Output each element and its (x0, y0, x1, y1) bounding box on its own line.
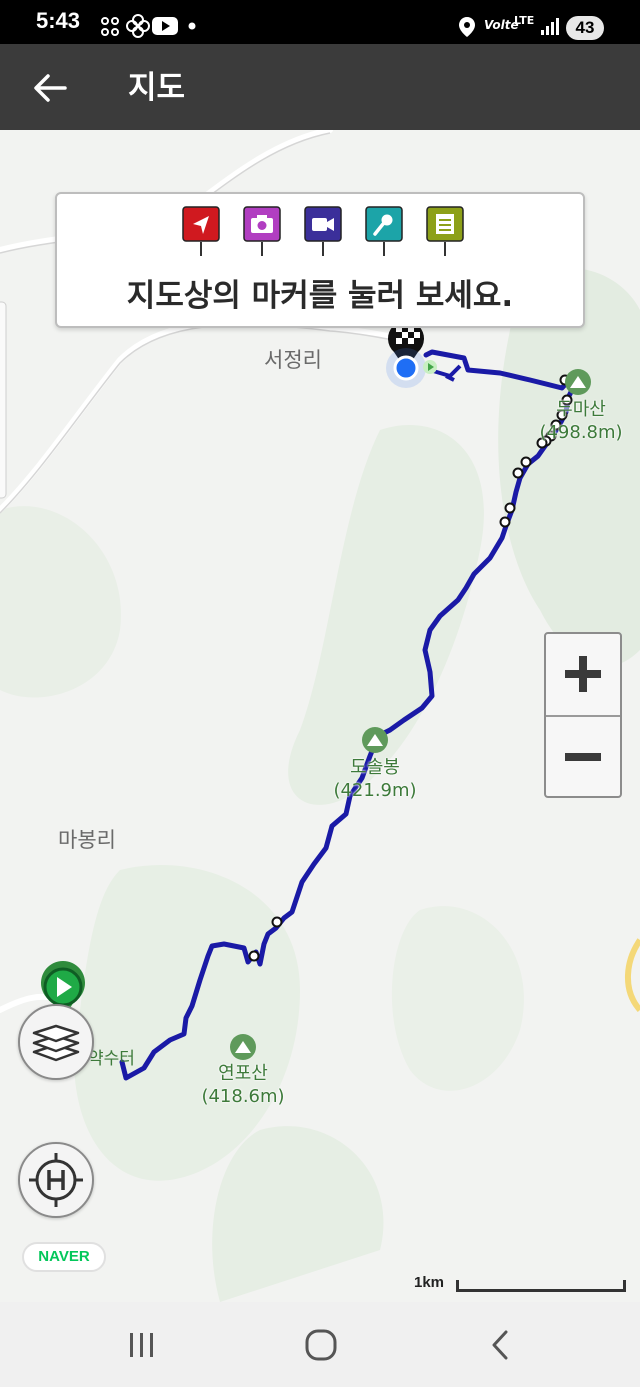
back-button[interactable] (26, 66, 74, 110)
layers-button[interactable] (18, 1004, 94, 1080)
peak-label-dosolbong: 도솔봉 (421.9m) (332, 756, 418, 802)
system-nav-bar (0, 1302, 640, 1387)
waypoint-marker (504, 502, 516, 514)
camera-marker-icon[interactable] (243, 206, 281, 258)
chevron-left-icon (492, 1330, 508, 1360)
video-marker-icon[interactable] (304, 206, 342, 258)
side-panel-handle[interactable] (0, 301, 7, 499)
recent-apps-icon (130, 1333, 153, 1357)
waypoint-marker (499, 516, 511, 528)
dot-icon (188, 22, 196, 30)
marker-hint-banner: 지도상의 마커를 눌러 보세요. (55, 192, 585, 328)
peak-icon[interactable] (565, 369, 591, 395)
crosshair-h-icon (29, 1153, 83, 1207)
signal-icon (541, 18, 559, 35)
battery-badge: 43 (566, 16, 604, 40)
recent-apps-button[interactable] (112, 1322, 172, 1368)
waypoint-marker (520, 456, 532, 468)
highway-segment (625, 938, 640, 1013)
zoom-control (544, 632, 622, 798)
back-arrow-icon (34, 74, 67, 102)
status-time: 5:43 (36, 8, 81, 33)
location-icon (459, 17, 475, 37)
note-marker-icon[interactable] (426, 206, 464, 258)
home-button[interactable] (291, 1322, 351, 1368)
peak-elevation: (498.8m) (539, 422, 623, 443)
network-indicator: LTE (514, 14, 535, 27)
status-bar: 5:43 Volte LTE 43 (0, 0, 640, 44)
navigation-marker-icon[interactable] (182, 206, 220, 258)
microphone-marker-icon[interactable] (365, 206, 403, 258)
zoom-in-button[interactable] (546, 634, 620, 714)
waypoint-marker (248, 950, 260, 962)
waypoint-marker (512, 467, 524, 479)
home-icon (305, 1329, 337, 1361)
plus-icon (565, 656, 601, 692)
map-view[interactable]: 지도상의 마커를 눌러 보세요. 서정리 마봉리 약수터 두마산 (498.8m… (0, 130, 640, 1302)
flower-icon (126, 14, 150, 38)
waypoint-marker (271, 916, 283, 928)
back-nav-button[interactable] (470, 1322, 530, 1368)
peak-name: 도솔봉 (350, 757, 400, 778)
minus-icon (565, 753, 601, 761)
peak-elevation: (418.6m) (201, 1086, 285, 1107)
page-title: 지도 (128, 70, 186, 106)
zoom-out-button[interactable] (546, 717, 620, 797)
current-location-icon (386, 348, 426, 388)
layers-icon (32, 1024, 80, 1062)
scale-label: 1km (414, 1274, 445, 1291)
recenter-button[interactable] (18, 1142, 94, 1218)
peak-name: 연포산 (218, 1063, 268, 1084)
heading-arrow-icon (423, 360, 437, 374)
peak-name: 두마산 (556, 399, 606, 420)
scale-bar (456, 1280, 626, 1292)
peak-label-dumasan: 두마산 (498.8m) (538, 398, 624, 444)
place-label-yaksuteo: 약수터 (88, 1049, 135, 1069)
peak-icon[interactable] (362, 727, 388, 753)
place-label-mabong: 마봉리 (58, 828, 116, 852)
peak-icon[interactable] (230, 1034, 256, 1060)
banner-text: 지도상의 마커를 눌러 보세요. (126, 278, 514, 314)
naver-logo: NAVER (22, 1242, 106, 1272)
place-label-seojeong: 서정리 (264, 348, 322, 372)
peak-elevation: (421.9m) (333, 780, 417, 801)
app-bar: 지도 (0, 44, 640, 130)
pinwheel-icon (101, 17, 119, 36)
youtube-icon (152, 17, 178, 35)
peak-label-yeonposan: 연포산 (418.6m) (200, 1062, 286, 1108)
